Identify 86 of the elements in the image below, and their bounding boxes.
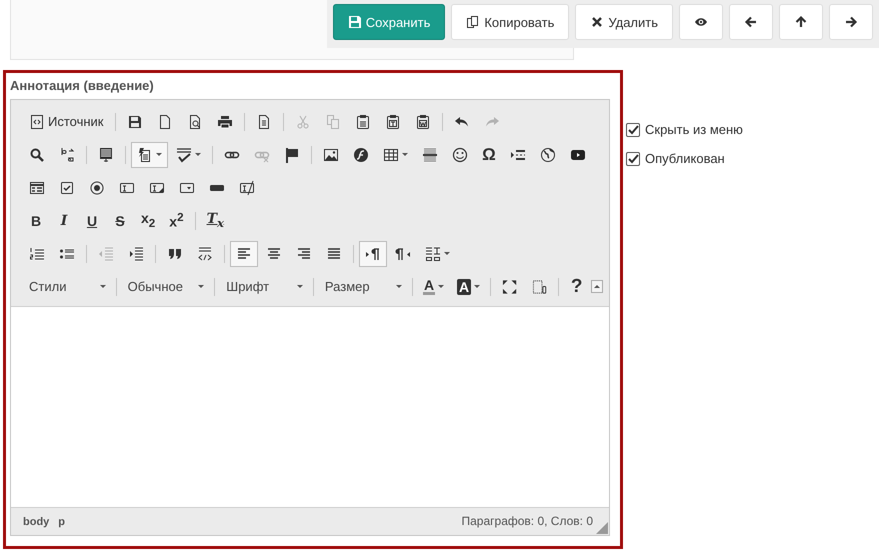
caret-icon [396, 285, 402, 288]
scissors-icon [294, 114, 310, 130]
forward-button[interactable] [829, 4, 873, 40]
view-button[interactable] [679, 4, 723, 40]
select-all-icon [98, 146, 114, 162]
special-character-button[interactable]: Ω [476, 142, 502, 168]
back-button[interactable] [729, 4, 773, 40]
subscript-button[interactable]: x$_{2}$ [135, 208, 162, 234]
clipboard-text-icon [384, 114, 400, 130]
word-count: Параграфов: 0, Слов: 0 [462, 514, 593, 528]
align-right-icon [296, 246, 312, 262]
checkbox[interactable] [626, 152, 640, 166]
strikethrough-button[interactable]: S [107, 208, 133, 234]
align-left-button[interactable] [230, 240, 258, 266]
resize-grip-icon[interactable] [596, 522, 608, 534]
copy-button[interactable]: Копировать [451, 4, 570, 40]
table-icon [383, 146, 399, 162]
caret-icon [195, 153, 201, 156]
align-left-icon [236, 246, 252, 262]
format-dropdown[interactable]: Обычное [120, 274, 210, 300]
remove-format-button[interactable]: T$_{x}$ [200, 208, 230, 234]
format-dropdown[interactable]: Размер [318, 274, 408, 300]
caret-icon [438, 285, 444, 288]
checkbox-label: Опубликован [645, 151, 725, 166]
justify-icon [326, 246, 342, 262]
background-color-button[interactable]: A [452, 274, 486, 300]
outdent-icon [98, 246, 114, 262]
bold-button[interactable]: B [23, 208, 49, 234]
globe-icon [540, 146, 556, 162]
delete-button[interactable]: Удалить [575, 4, 673, 40]
format-dropdown[interactable]: Стили [22, 274, 112, 300]
div-container-icon [197, 246, 213, 262]
underline-button[interactable]: U [79, 208, 105, 234]
document-bolt-icon [137, 146, 153, 162]
language-icon [425, 246, 441, 262]
form-icon [29, 180, 45, 196]
spellcheck-icon [176, 146, 192, 162]
dotted-circle-tool-icon [89, 180, 105, 196]
horizontal-line-icon [422, 146, 438, 162]
left-to-right-button[interactable] [359, 240, 387, 266]
help-button[interactable]: ? [564, 274, 590, 300]
printer-icon [216, 114, 232, 130]
source-code-icon [29, 114, 45, 130]
checkbox-label: Скрыть из меню [645, 122, 743, 137]
caret-icon [156, 153, 162, 156]
left-to-right-icon [365, 246, 381, 262]
document-bolt-button[interactable] [131, 142, 168, 168]
close-icon [590, 15, 604, 29]
italic-button[interactable]: I [51, 208, 77, 234]
text-color-button[interactable]: A [418, 274, 450, 300]
copy-icon [466, 15, 480, 29]
collapse-toolbar-button[interactable] [590, 280, 604, 293]
element-path-link[interactable]: body [23, 516, 54, 528]
up-button[interactable] [779, 4, 823, 40]
numbered-list-icon [29, 246, 45, 262]
maximize-icon [502, 278, 518, 294]
image-icon [323, 146, 339, 162]
superscript-button[interactable]: x$^{2}$ [163, 208, 190, 234]
up-arrow-icon [794, 15, 808, 29]
caret-icon [296, 285, 303, 288]
field-label: Аннотация (введение) [10, 77, 155, 95]
copy-icon [324, 114, 340, 130]
hidden-field-icon [239, 180, 255, 196]
caret-icon [198, 285, 204, 288]
align-center-icon [266, 246, 282, 262]
smiley-icon [452, 146, 468, 162]
right-arrow-icon [844, 15, 858, 29]
right-to-left-icon [395, 246, 411, 262]
clipboard-word-icon [414, 114, 430, 130]
format-dropdown[interactable]: Шрифт [219, 274, 309, 300]
flash-circle-icon [353, 146, 369, 162]
clipboard-icon [354, 114, 370, 130]
source-button[interactable]: Источник [23, 108, 110, 134]
square-mark-tool-icon [59, 180, 75, 196]
search-icon [29, 146, 45, 162]
show-blocks-icon [532, 278, 547, 294]
caret-icon [444, 252, 450, 255]
caret-icon [474, 285, 480, 288]
caret-icon [100, 285, 106, 288]
replace-icon [59, 146, 75, 162]
caret-icon [402, 153, 408, 156]
flag-icon [284, 146, 300, 162]
element-path-link[interactable]: p [58, 516, 70, 528]
left-arrow-icon [744, 15, 758, 29]
checkbox[interactable] [626, 122, 640, 136]
indent-icon [128, 246, 144, 262]
